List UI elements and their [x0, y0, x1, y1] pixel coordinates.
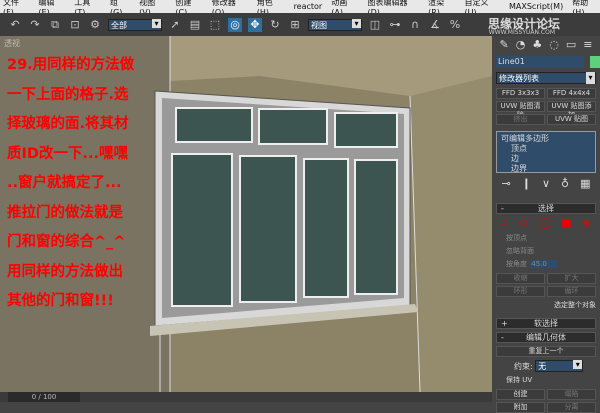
constraint-dropdown[interactable]: 无: [535, 360, 584, 372]
window-crossing-icon[interactable]: ◎: [228, 17, 242, 32]
time-slider[interactable]: 0 / 100: [0, 392, 492, 402]
move-icon[interactable]: ✥: [248, 17, 262, 32]
menu-bar: 文件(F) 编辑(E) 工具(T) 组(G) 视图(V) 创建(C) 修改器(O…: [0, 0, 600, 17]
percent-snap-icon[interactable]: %: [448, 18, 462, 32]
edit-geometry-rollout[interactable]: - 编辑几何体: [496, 332, 596, 343]
shrink-button[interactable]: 收缩: [496, 273, 545, 284]
uvw-clear-button[interactable]: UVW 贴图清除: [496, 101, 545, 119]
constraint-label: 约束:: [514, 362, 533, 371]
extrude-button[interactable]: 挤出: [496, 114, 545, 125]
stack-item-vertex[interactable]: 顶点: [501, 144, 591, 154]
repeat-last-button[interactable]: 重复上一个: [496, 346, 596, 357]
remove-modifier-icon[interactable]: ♁: [561, 177, 569, 191]
display-tab-icon[interactable]: ▭: [566, 38, 576, 52]
frame-counter[interactable]: 0 / 100: [8, 392, 80, 402]
border-icon[interactable]: ◯: [538, 216, 550, 230]
uvw-map-button[interactable]: UVW 贴图: [547, 114, 596, 125]
show-end-result-icon[interactable]: ❙: [522, 177, 531, 191]
pin-stack-icon[interactable]: ⊸: [502, 177, 511, 191]
ignore-backfacing-checkbox[interactable]: 忽略背面: [506, 246, 596, 256]
pivot-icon[interactable]: ◫: [368, 18, 382, 32]
object-name: Line01: [498, 57, 525, 66]
configure-sets-icon[interactable]: ▦: [580, 177, 590, 191]
by-angle-label: 按角度: [506, 260, 527, 268]
rotate-icon[interactable]: ↻: [268, 18, 282, 32]
create-button[interactable]: 创建: [496, 389, 545, 400]
element-icon[interactable]: ◈: [582, 216, 590, 230]
modifier-list-dropdown[interactable]: 修改器列表: [496, 72, 596, 84]
link-icon[interactable]: ⧉: [48, 18, 62, 32]
attach-button[interactable]: 附加: [496, 402, 545, 413]
vertex-icon[interactable]: ∴: [501, 216, 508, 230]
by-angle-checkbox[interactable]: 按角度 45.0: [506, 259, 596, 269]
viewport-label[interactable]: 透视: [4, 38, 20, 49]
selection-rollout[interactable]: - 选择: [496, 203, 596, 214]
snap-icon[interactable]: ∩: [408, 18, 422, 32]
detach-button[interactable]: 分离: [547, 402, 596, 413]
create-tab-icon[interactable]: ✎: [500, 38, 509, 52]
modifier-stack[interactable]: 可编辑多边形 顶点 边 边界: [496, 131, 596, 173]
select-icon[interactable]: ➚: [168, 18, 182, 32]
soft-selection-rollout[interactable]: + 软选择: [496, 318, 596, 329]
ring-button[interactable]: 环形: [496, 286, 545, 297]
modify-tab-icon[interactable]: ◔: [516, 38, 526, 52]
object-color-swatch[interactable]: [590, 56, 600, 68]
select-whole-object: 选定整个对象: [554, 301, 596, 309]
loop-button[interactable]: 循环: [547, 286, 596, 297]
ffd444-button[interactable]: FFD 4x4x4: [547, 88, 596, 99]
manipulate-icon[interactable]: ⊶: [388, 18, 402, 32]
constraint-row: 约束: 无: [496, 360, 596, 372]
rollout-title: 软选择: [534, 319, 558, 328]
menu-reactor[interactable]: reactor: [294, 2, 323, 11]
rollout-title: 编辑几何体: [526, 333, 566, 342]
scale-icon[interactable]: ⊞: [288, 18, 302, 32]
watermark-url: WWW.MISSYUAN.COM: [488, 29, 555, 36]
grow-button[interactable]: 扩大: [547, 273, 596, 284]
angle-snap-icon[interactable]: ∡: [428, 18, 442, 32]
stack-tools: ⊸ ❙ ∨ ♁ ▦: [496, 177, 596, 191]
edge-icon[interactable]: ◁: [519, 216, 527, 230]
stack-item-edge[interactable]: 边: [501, 154, 591, 164]
collapse-button[interactable]: 塌陷: [547, 389, 596, 400]
ffd333-button[interactable]: FFD 3x3x3: [496, 88, 545, 99]
angle-spinner[interactable]: 45.0: [529, 260, 557, 268]
perspective-viewport[interactable]: 透视 29.用同样的方法做 一下上面的格子.选 择玻璃的面.将其材 质ID改一下…: [0, 36, 492, 392]
unlink-icon[interactable]: ⊡: [68, 18, 82, 32]
hierarchy-tab-icon[interactable]: ♣: [532, 38, 542, 52]
preserve-uv-checkbox[interactable]: 保持 UV: [506, 375, 596, 385]
coord-system-dropdown[interactable]: 视图: [308, 18, 362, 31]
rollout-title: 选择: [538, 204, 554, 213]
subobject-icons: ∴ ◁ ◯ ■ ◈: [496, 216, 596, 230]
redo-icon[interactable]: ↷: [28, 18, 42, 32]
make-unique-icon[interactable]: ∨: [542, 177, 550, 191]
stack-item-border[interactable]: 边界: [501, 164, 591, 174]
undo-icon[interactable]: ↶: [8, 18, 22, 32]
bind-spacewarp-icon[interactable]: ⚙: [88, 18, 102, 32]
select-by-name-icon[interactable]: ▤: [188, 18, 202, 32]
motion-tab-icon[interactable]: ◌: [549, 38, 559, 52]
stack-item-editable-poly[interactable]: 可编辑多边形: [501, 134, 591, 144]
by-vertex-checkbox[interactable]: 按顶点: [506, 233, 596, 243]
rect-selection-icon[interactable]: ⬚: [208, 18, 222, 32]
selection-filter-dropdown[interactable]: 全部: [108, 18, 162, 31]
polygon-icon[interactable]: ■: [561, 216, 571, 230]
uvw-add-button[interactable]: UVW 贴图添加: [547, 101, 596, 119]
tutorial-note: 29.用同样的方法做 一下上面的格子.选 择玻璃的面.将其材 质ID改一下...…: [7, 57, 135, 309]
object-name-field[interactable]: Line01: [496, 56, 600, 68]
utilities-tab-icon[interactable]: ≡: [583, 38, 592, 52]
command-panel: ✎ ◔ ♣ ◌ ▭ ≡ Line01 修改器列表 FFD 3x3x3 FFD 4…: [492, 36, 600, 413]
menu-maxscript[interactable]: MAXScript(M): [509, 2, 563, 11]
panel-tabs: ✎ ◔ ♣ ◌ ▭ ≡: [496, 38, 596, 52]
